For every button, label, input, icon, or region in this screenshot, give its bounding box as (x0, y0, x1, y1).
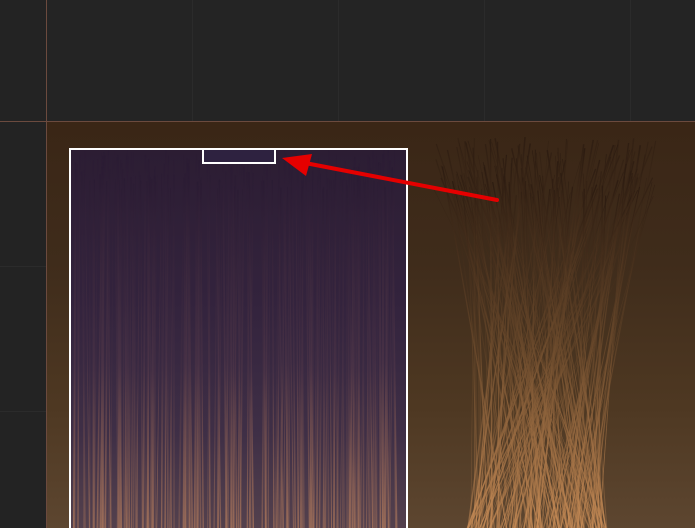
hair-strand (140, 180, 143, 528)
hair-strand (497, 141, 500, 528)
hair-strand (376, 182, 379, 528)
top-ruler (47, 0, 695, 122)
selected-hair-panel[interactable] (69, 148, 408, 528)
color-swatch[interactable] (202, 148, 276, 164)
hair-strand (83, 169, 85, 528)
hair-strand (266, 151, 269, 528)
ruler-corner (0, 0, 47, 122)
hair-strand (271, 179, 275, 528)
hair-strand (147, 159, 150, 528)
hair-texture-left (72, 150, 398, 528)
left-ruler (0, 122, 47, 528)
hair-strand (336, 170, 342, 528)
hair-strand (142, 154, 147, 528)
hair-strand (110, 157, 114, 528)
hair-strand (122, 169, 125, 528)
hair-strand (156, 173, 163, 528)
hair-strand (84, 151, 90, 528)
image-canvas[interactable] (47, 122, 695, 528)
